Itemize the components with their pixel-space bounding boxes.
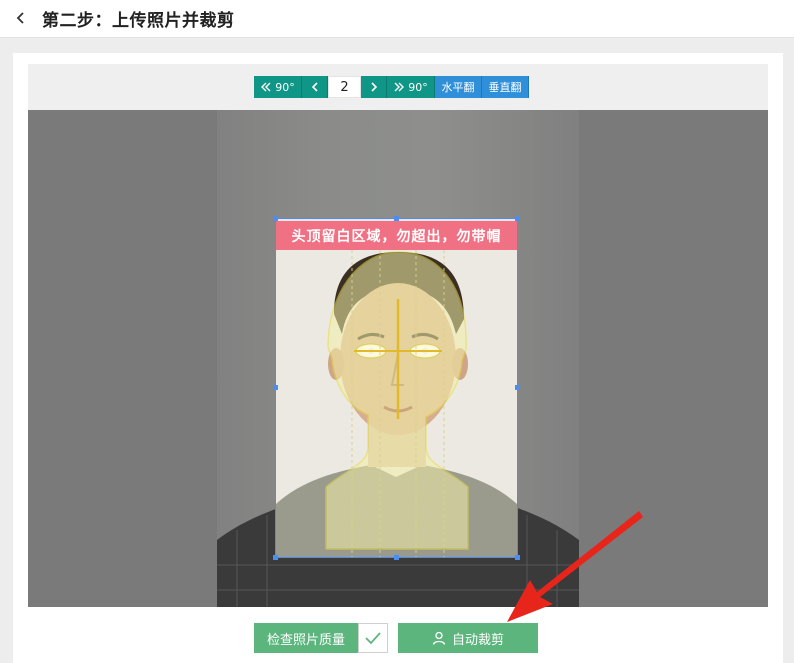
quality-status — [358, 623, 388, 653]
double-chevron-left-icon — [261, 82, 271, 92]
next-button[interactable] — [361, 76, 387, 98]
flip-vertical-button[interactable]: 垂直翻 — [482, 76, 529, 98]
crop-handle-top-left[interactable] — [273, 216, 278, 221]
auto-crop-button[interactable]: 自动裁剪 — [398, 623, 538, 653]
crop-handle-top-right[interactable] — [515, 216, 520, 221]
chevron-left-icon — [16, 12, 24, 24]
crop-handle-left[interactable] — [273, 385, 278, 390]
crop-handle-right[interactable] — [515, 385, 520, 390]
chevron-right-icon — [370, 82, 377, 92]
user-icon — [432, 631, 446, 645]
check-quality-button[interactable]: 检查照片质量 — [254, 623, 358, 653]
rotate-right-label: 90° — [408, 80, 428, 94]
crop-handle-top[interactable] — [394, 216, 399, 221]
flip-horizontal-button[interactable]: 水平翻 — [435, 76, 482, 98]
double-chevron-right-icon — [394, 82, 405, 92]
back-button[interactable] — [10, 7, 32, 29]
rotate-left-button[interactable]: 90° — [254, 76, 302, 98]
previous-button[interactable] — [302, 76, 328, 98]
crop-handle-bottom-left[interactable] — [273, 555, 278, 560]
rotate-right-button[interactable]: 90° — [387, 76, 435, 98]
checkmark-icon — [365, 632, 381, 645]
crop-frame[interactable]: 头顶留白区域，勿超出，勿带帽 — [275, 218, 518, 558]
auto-crop-label: 自动裁剪 — [451, 632, 504, 648]
rotate-left-label: 90° — [275, 80, 295, 94]
page-number: 2 — [328, 76, 361, 98]
face-guide-illustration — [276, 250, 517, 557]
page-title: 第二步：上传照片并裁剪 — [42, 11, 235, 31]
page-header: 第二步：上传照片并裁剪 — [0, 0, 794, 38]
crop-handle-bottom[interactable] — [394, 555, 399, 560]
image-toolbar: 90° 2 90° 水平翻 垂直翻 — [254, 76, 529, 98]
crop-canvas[interactable]: 头顶留白区域，勿超出，勿带帽 — [28, 110, 768, 607]
crop-handle-bottom-right[interactable] — [515, 555, 520, 560]
chevron-left-icon — [311, 82, 318, 92]
